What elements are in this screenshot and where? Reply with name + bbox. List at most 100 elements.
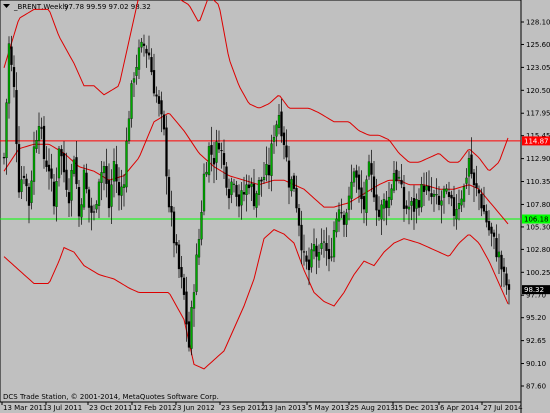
candle	[130, 80, 133, 128]
candle	[422, 172, 426, 206]
candle	[170, 190, 173, 227]
chart-header: _BRENT,Weekly 97.78 99.59 97.02 98.32	[3, 3, 151, 11]
candle	[75, 141, 78, 189]
candle	[260, 176, 263, 197]
price-axis: 128.10125.60123.05120.50117.95115.45112.…	[521, 19, 550, 391]
candle	[417, 188, 421, 216]
candle	[425, 172, 428, 195]
candle	[350, 164, 353, 210]
price-chart[interactable]: _BRENT,Weekly 97.78 99.59 97.02 98.32 12…	[0, 0, 550, 413]
y-tick-label: 128.10	[526, 19, 550, 27]
candle	[467, 151, 471, 196]
candle	[155, 86, 158, 103]
candle	[67, 178, 71, 218]
candle	[220, 142, 223, 169]
candle	[70, 163, 73, 217]
candle	[382, 193, 386, 222]
candle	[72, 155, 76, 177]
candle	[372, 160, 376, 203]
candle	[447, 181, 451, 205]
y-tick-label: 117.95	[526, 110, 550, 118]
candle	[37, 112, 41, 154]
candle	[262, 162, 266, 184]
candle	[442, 185, 446, 214]
y-tick-label: 92.65	[526, 337, 546, 345]
candle	[95, 200, 98, 213]
candle	[490, 222, 493, 247]
y-tick-label: 110.35	[526, 178, 550, 186]
candle	[115, 145, 118, 194]
candle	[280, 98, 283, 143]
candle	[245, 174, 248, 212]
candle	[230, 177, 233, 204]
candle	[142, 34, 146, 57]
candle	[25, 173, 28, 202]
candle	[12, 55, 16, 98]
candle	[362, 181, 366, 224]
candle	[327, 235, 331, 272]
candle	[450, 190, 453, 207]
y-tick-label: 112.90	[526, 155, 550, 163]
candle	[125, 127, 128, 193]
level-badge-label-1: 106.18	[524, 216, 549, 224]
candle	[7, 36, 11, 119]
candle	[337, 202, 341, 232]
candle	[492, 229, 496, 250]
candle	[310, 243, 313, 273]
candle	[190, 300, 193, 356]
candle	[165, 115, 168, 195]
x-tick-label: 6 Apr 2014	[440, 404, 479, 412]
candle	[217, 130, 221, 153]
candle	[475, 165, 478, 197]
candle	[317, 244, 321, 268]
y-tick-label: 105.30	[526, 223, 550, 231]
candle	[470, 137, 473, 179]
candle	[387, 182, 391, 217]
candle	[167, 169, 171, 213]
candle	[207, 142, 211, 183]
candle	[325, 227, 328, 266]
y-tick-label: 95.20	[526, 314, 546, 322]
candle	[395, 161, 398, 191]
candle	[297, 204, 301, 237]
candle	[182, 273, 186, 300]
candle	[62, 141, 66, 183]
x-tick-label: 12 Feb 2012	[133, 404, 177, 412]
candle	[85, 163, 88, 194]
candle	[255, 190, 258, 218]
candle	[47, 148, 51, 190]
candle	[440, 190, 443, 224]
candle	[20, 165, 23, 200]
y-tick-label: 123.05	[526, 64, 550, 72]
candle	[232, 178, 236, 193]
candle	[160, 91, 163, 133]
candle	[5, 98, 8, 175]
candle	[312, 228, 316, 260]
candle	[175, 234, 178, 254]
x-tick-label: 15 Dec 2013	[394, 404, 439, 412]
candle	[267, 147, 271, 189]
copyright-text: DCS Trade Station, © 2001-2014, MetaQuot…	[3, 393, 219, 401]
x-tick-label: 5 May 2013	[308, 404, 349, 412]
candle	[367, 154, 371, 180]
candle	[52, 173, 56, 215]
candle	[145, 45, 148, 68]
candle	[380, 199, 383, 236]
candle	[457, 189, 461, 221]
candle	[42, 116, 46, 169]
level-badge-label-0: 114.87	[524, 137, 549, 145]
candle	[432, 189, 436, 212]
candle	[507, 279, 511, 305]
candle	[35, 130, 38, 153]
candle	[352, 167, 356, 187]
candle	[370, 149, 373, 193]
candle	[225, 161, 228, 196]
candle	[82, 164, 86, 210]
candle	[90, 197, 93, 231]
candle	[485, 204, 488, 228]
candle	[162, 110, 166, 136]
chart-canvas[interactable]: _BRENT,Weekly 97.78 99.59 97.02 98.32 12…	[0, 0, 550, 413]
candle	[45, 146, 48, 172]
bollinger-bands	[3, 0, 509, 370]
collapse-arrow-icon[interactable]	[3, 4, 10, 8]
